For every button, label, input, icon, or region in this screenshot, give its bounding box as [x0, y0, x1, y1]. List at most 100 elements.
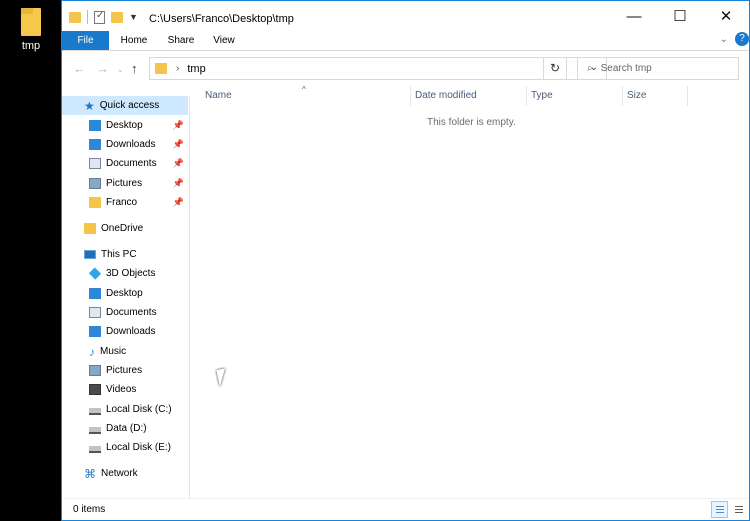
forward-icon[interactable]: →: [96, 61, 109, 76]
onedrive-folder-icon: [84, 223, 96, 234]
sidebar-item-this-pc[interactable]: This PC: [62, 245, 188, 264]
column-divider[interactable]: [622, 86, 623, 106]
details-view-icon: [716, 506, 724, 507]
sidebar-item-videos[interactable]: Videos: [62, 380, 188, 399]
sidebar-item-label: Local Disk (E:): [106, 442, 172, 453]
large-icons-view-icon: [735, 506, 743, 507]
close-button[interactable]: ✕: [703, 1, 749, 31]
properties-icon[interactable]: [94, 10, 105, 24]
tab-view[interactable]: View: [211, 31, 237, 50]
desktop-folder-label: tmp: [21, 40, 41, 52]
title-bar: ▼ C:\Users\Franco\Desktop\tmp — ☐ ✕: [62, 1, 749, 31]
back-icon[interactable]: ←: [73, 61, 86, 76]
sidebar-item-onedrive[interactable]: OneDrive: [62, 219, 188, 238]
sidebar-item-data-d[interactable]: Data (D:): [62, 419, 188, 438]
sidebar-item-label: OneDrive: [101, 223, 144, 234]
pictures-icon: [89, 365, 101, 376]
column-divider[interactable]: [526, 86, 527, 106]
file-explorer-window: ▼ C:\Users\Franco\Desktop\tmp — ☐ ✕ File…: [61, 0, 750, 521]
folder-icon: [155, 63, 167, 74]
folder-icon: [89, 197, 101, 208]
sidebar-item-label: Downloads: [106, 326, 156, 337]
sidebar-item-franco[interactable]: Franco 📌: [62, 193, 188, 212]
sidebar-item-label: Downloads: [106, 139, 156, 150]
pin-icon: 📌: [172, 139, 184, 149]
desktop: tmp ▼ C:\Users\Franco\Desktop\tmp — ☐ ✕ …: [0, 0, 750, 521]
tab-share[interactable]: Share: [163, 31, 199, 50]
refresh-button[interactable]: ↻: [543, 57, 567, 80]
sidebar-item-desktop[interactable]: Desktop 📌: [62, 116, 188, 135]
minimize-button[interactable]: —: [611, 1, 657, 31]
pin-icon: 📌: [172, 197, 184, 207]
status-bar: 0 items: [62, 498, 749, 520]
pictures-icon: [89, 178, 101, 189]
sidebar-item-music[interactable]: ♪ Music: [62, 342, 188, 361]
sidebar-item-local-disk-e[interactable]: Local Disk (E:): [62, 438, 188, 457]
help-button[interactable]: ?: [735, 32, 749, 46]
sidebar-item-label: Network: [101, 468, 138, 479]
new-folder-icon[interactable]: [111, 11, 123, 23]
empty-folder-message: This folder is empty.: [427, 117, 516, 128]
downloads-icon: [89, 326, 101, 337]
column-headers: ^ Name Date modified Type Size: [190, 85, 749, 110]
network-icon: ⌘: [84, 466, 96, 481]
quick-access-toolbar: ▼: [69, 10, 138, 24]
sidebar-item-label: Quick access: [99, 100, 160, 111]
sidebar-item-label: 3D Objects: [106, 268, 156, 279]
sidebar-item-label: This PC: [101, 249, 137, 260]
drive-icon: [89, 446, 101, 453]
large-icons-view-button[interactable]: [730, 501, 747, 518]
ribbon-actions: ⌄ ?: [720, 32, 749, 46]
ribbon-expand-icon[interactable]: ⌄: [720, 34, 728, 45]
window-title: C:\Users\Franco\Desktop\tmp: [149, 13, 294, 25]
sidebar-item-documents[interactable]: Documents 📌: [62, 154, 188, 173]
sidebar-item-label: Local Disk (C:): [106, 404, 172, 415]
sidebar-item-pictures[interactable]: Pictures 📌: [62, 174, 188, 193]
sidebar-item-3d-objects[interactable]: 3D Objects: [62, 264, 188, 283]
sidebar-item-label: Data (D:): [106, 423, 147, 434]
sidebar-item-quick-access[interactable]: ★ Quick access: [62, 96, 188, 115]
tab-home[interactable]: Home: [117, 31, 151, 50]
sidebar-item-downloads[interactable]: Downloads 📌: [62, 135, 188, 154]
details-view-button[interactable]: [711, 501, 728, 518]
navigation-pane: ★ Quick access Desktop 📌 Downloads 📌 Docume…: [62, 96, 190, 498]
pin-icon: 📌: [172, 178, 184, 188]
chevron-down-icon[interactable]: ▼: [129, 12, 138, 22]
column-type[interactable]: Type: [531, 90, 553, 101]
sidebar-item-pc-desktop[interactable]: Desktop: [62, 284, 188, 303]
search-input[interactable]: ⌕ Search tmp: [577, 57, 739, 80]
pin-icon: 📌: [172, 158, 184, 168]
sidebar-item-pc-documents[interactable]: Documents: [62, 303, 188, 322]
folder-icon: [21, 8, 41, 36]
desktop-icon: [89, 288, 101, 299]
column-name[interactable]: Name: [205, 90, 232, 101]
column-divider[interactable]: [687, 86, 688, 106]
documents-icon: [89, 307, 101, 318]
sidebar-item-label: Videos: [106, 384, 137, 395]
up-icon[interactable]: ↑: [131, 61, 138, 76]
tab-file[interactable]: File: [62, 31, 109, 50]
column-size[interactable]: Size: [627, 90, 646, 101]
maximize-button[interactable]: ☐: [657, 1, 703, 31]
column-date-modified[interactable]: Date modified: [415, 90, 477, 101]
column-divider[interactable]: [410, 86, 411, 106]
sidebar-item-pc-pictures[interactable]: Pictures: [62, 361, 188, 380]
desktop-icon: [89, 120, 101, 131]
recent-locations-icon[interactable]: ⌄: [117, 65, 124, 74]
3d-objects-icon: [88, 267, 102, 280]
computer-icon: [84, 250, 96, 259]
sidebar-item-pc-downloads[interactable]: Downloads: [62, 322, 188, 341]
desktop-folder-tmp[interactable]: tmp: [14, 8, 48, 52]
sidebar-item-label: Documents: [106, 158, 157, 169]
breadcrumb-tmp[interactable]: tmp: [187, 63, 205, 75]
address-bar[interactable]: › tmp ⌄: [149, 57, 607, 80]
sidebar-item-network[interactable]: ⌘ Network: [62, 464, 188, 483]
sort-ascending-icon: ^: [302, 85, 306, 94]
search-placeholder: Search tmp: [600, 63, 652, 74]
explorer-body: ★ Quick access Desktop 📌 Downloads 📌 Docume…: [62, 85, 749, 498]
downloads-icon: [89, 139, 101, 150]
sidebar-item-label: Pictures: [106, 365, 143, 376]
sidebar-item-local-disk-c[interactable]: Local Disk (C:): [62, 400, 188, 419]
sidebar-item-label: Music: [100, 346, 127, 357]
music-icon: ♪: [89, 344, 95, 359]
